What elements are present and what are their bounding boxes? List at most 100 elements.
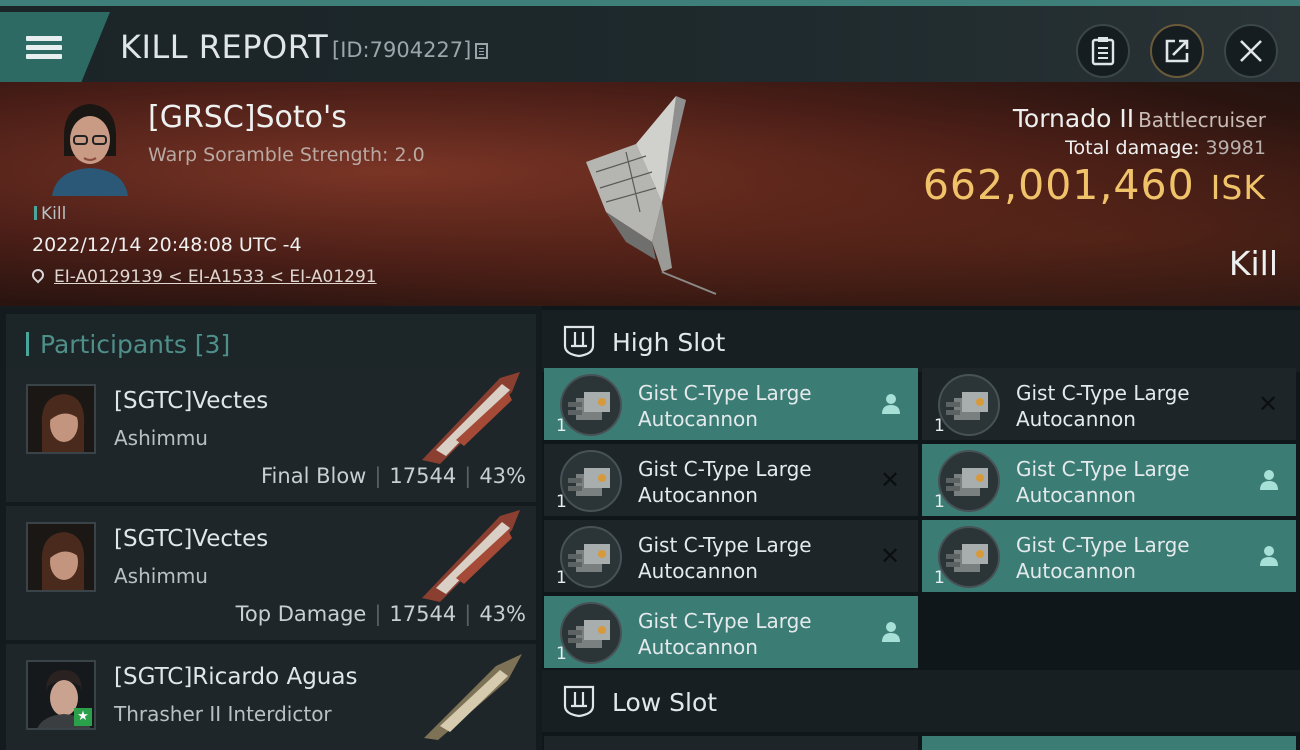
module-quantity: 1 xyxy=(934,416,945,436)
victim-banner: [GRSC]Soto's Warp Soramble Strength: 2.0… xyxy=(0,82,1300,306)
autocannon-icon xyxy=(938,450,1000,512)
module-name-line1: Gist C-Type Large xyxy=(638,609,812,633)
participant-role: Top Damage xyxy=(235,602,367,626)
module-slot[interactable]: 1 Gist C-Type Large Autocannon xyxy=(922,444,1296,516)
dropped-person-icon[interactable] xyxy=(1258,468,1280,492)
share-button[interactable] xyxy=(1150,24,1204,78)
victim-name[interactable]: [GRSC]Soto's xyxy=(148,100,347,135)
low-slot-header: Low Slot xyxy=(542,670,1300,732)
menu-button[interactable] xyxy=(0,12,110,82)
module-name-line1: Gist C-Type Large xyxy=(1016,457,1190,481)
participants-panel: Participants [3] [SGTC]Vectes Ashimmu Fi… xyxy=(0,306,542,750)
report-id[interactable]: [ID:7904227] xyxy=(332,38,489,62)
victim-ship-class: Battlecruiser xyxy=(1138,108,1266,132)
location-path[interactable]: EI-A0129139 < EI-A1533 < EI-A01291 xyxy=(54,267,377,287)
participant-ship: Thrasher II Interdictor xyxy=(114,702,332,726)
participant-stats: Final Blow | 17544 | 43% xyxy=(261,464,526,488)
module-slot[interactable]: 1 Gist C-Type Large Autocannon xyxy=(544,368,918,440)
dropped-person-icon[interactable] xyxy=(880,620,902,644)
participant-ship: Ashimmu xyxy=(114,564,208,588)
close-icon xyxy=(1240,40,1262,62)
close-button[interactable] xyxy=(1224,24,1278,78)
destroyed-x-icon[interactable]: ✕ xyxy=(880,544,902,568)
module-slot[interactable]: 1 Gist C-Type Large Autocannon xyxy=(544,596,918,668)
participant-row[interactable]: [SGTC]Vectes Ashimmu Top Damage | 17544 | 43… xyxy=(6,506,536,640)
portrait-icon xyxy=(28,524,94,590)
module-slot[interactable]: 1 Gist C-Type Large Autocannon xyxy=(922,520,1296,592)
participant-avatar[interactable] xyxy=(26,384,96,454)
participant-ship-image xyxy=(422,510,520,602)
kill-datetime: 2022/12/14 20:48:08 UTC -4 xyxy=(32,234,302,256)
destroyed-x-icon[interactable]: ✕ xyxy=(880,468,902,492)
share-icon xyxy=(1165,39,1189,63)
kill-location[interactable]: EI-A0129139 < EI-A1533 < EI-A01291 xyxy=(29,266,377,287)
participant-damage: 17544 xyxy=(389,602,457,626)
module-name-line2: Autocannon xyxy=(638,559,758,583)
module-name-line2: Autocannon xyxy=(1016,559,1136,583)
participant-row[interactable]: [SGTC]Vectes Ashimmu Final Blow | 17544 | 43… xyxy=(6,368,536,502)
module-name-line1: Gist C-Type Large xyxy=(638,533,812,557)
module-slot[interactable]: 1 Gist C-Type Large Autocannon ✕ xyxy=(922,368,1296,440)
module-name-line1: Gist C-Type Large xyxy=(1016,381,1190,405)
module-quantity: 1 xyxy=(934,492,945,512)
autocannon-icon xyxy=(938,374,1000,436)
hamburger-icon xyxy=(26,32,62,63)
module-name-line1: Gist C-Type Large xyxy=(638,381,812,405)
autocannon-icon xyxy=(560,602,622,664)
kill-tag: Kill xyxy=(34,204,66,224)
clipboard-button[interactable] xyxy=(1076,24,1130,78)
participant-damage: 17544 xyxy=(389,464,457,488)
high-slot-label: High Slot xyxy=(612,328,726,357)
participant-ship: Ashimmu xyxy=(114,426,208,450)
module-name-line2: Autocannon xyxy=(1016,483,1136,507)
victim-avatar[interactable] xyxy=(46,96,134,196)
low-slot-label: Low Slot xyxy=(612,688,718,717)
portrait-icon xyxy=(28,386,94,452)
participant-role: Final Blow xyxy=(261,464,367,488)
participants-header: Participants [3] xyxy=(6,314,536,370)
module-quantity: 1 xyxy=(934,568,945,588)
destroyed-x-icon[interactable]: ✕ xyxy=(1258,392,1280,416)
participant-percent: 43% xyxy=(479,464,526,488)
module-name-line2: Autocannon xyxy=(638,483,758,507)
result-label: Kill xyxy=(1228,244,1278,283)
module-slot[interactable] xyxy=(544,736,918,750)
participant-name: [SGTC]Vectes xyxy=(114,526,269,552)
report-id-text: [ID:7904227] xyxy=(332,38,472,62)
star-badge-icon: ★ xyxy=(74,708,92,726)
module-slot[interactable]: 1 Gist C-Type Large Autocannon ✕ xyxy=(544,444,918,516)
victim-ship-name[interactable]: Tornado II xyxy=(1013,104,1134,133)
module-quantity: 1 xyxy=(556,568,567,588)
participant-avatar[interactable]: ★ xyxy=(26,660,96,730)
isk-unit: ISK xyxy=(1210,168,1266,207)
module-name-line1: Gist C-Type Large xyxy=(638,457,812,481)
module-name-line2: Autocannon xyxy=(638,407,758,431)
low-slot-icon xyxy=(563,685,595,718)
participant-avatar[interactable] xyxy=(26,522,96,592)
location-pin-icon xyxy=(29,266,47,284)
participant-row[interactable]: ★ [SGTC]Ricardo Aguas Thrasher II Interd… xyxy=(6,644,536,750)
participant-name: [SGTC]Vectes xyxy=(114,388,269,414)
autocannon-icon xyxy=(560,526,622,588)
module-name-line2: Autocannon xyxy=(638,635,758,659)
module-slot[interactable]: 1 Gist C-Type Large Autocannon ✕ xyxy=(544,520,918,592)
page-title: KILL REPORT xyxy=(120,28,329,66)
module-slot[interactable] xyxy=(922,736,1296,750)
module-name-line2: Autocannon xyxy=(1016,407,1136,431)
high-slot-header: High Slot xyxy=(542,310,1300,372)
high-slot-icon xyxy=(563,325,595,358)
autocannon-icon xyxy=(938,526,1000,588)
module-name-line1: Gist C-Type Large xyxy=(1016,533,1190,557)
autocannon-icon xyxy=(560,374,622,436)
autocannon-icon xyxy=(560,450,622,512)
participant-stats: Top Damage | 17544 | 43% xyxy=(235,602,526,626)
copy-icon[interactable] xyxy=(475,43,489,59)
total-damage-value: 39981 xyxy=(1205,137,1266,159)
participants-title: Participants [3] xyxy=(40,330,231,359)
dropped-person-icon[interactable] xyxy=(880,392,902,416)
dropped-person-icon[interactable] xyxy=(1258,544,1280,568)
participant-name: [SGTC]Ricardo Aguas xyxy=(114,664,358,690)
victim-subtitle: Warp Soramble Strength: 2.0 xyxy=(148,144,425,166)
module-quantity: 1 xyxy=(556,492,567,512)
isk-value: 662,001,460 xyxy=(922,161,1195,209)
